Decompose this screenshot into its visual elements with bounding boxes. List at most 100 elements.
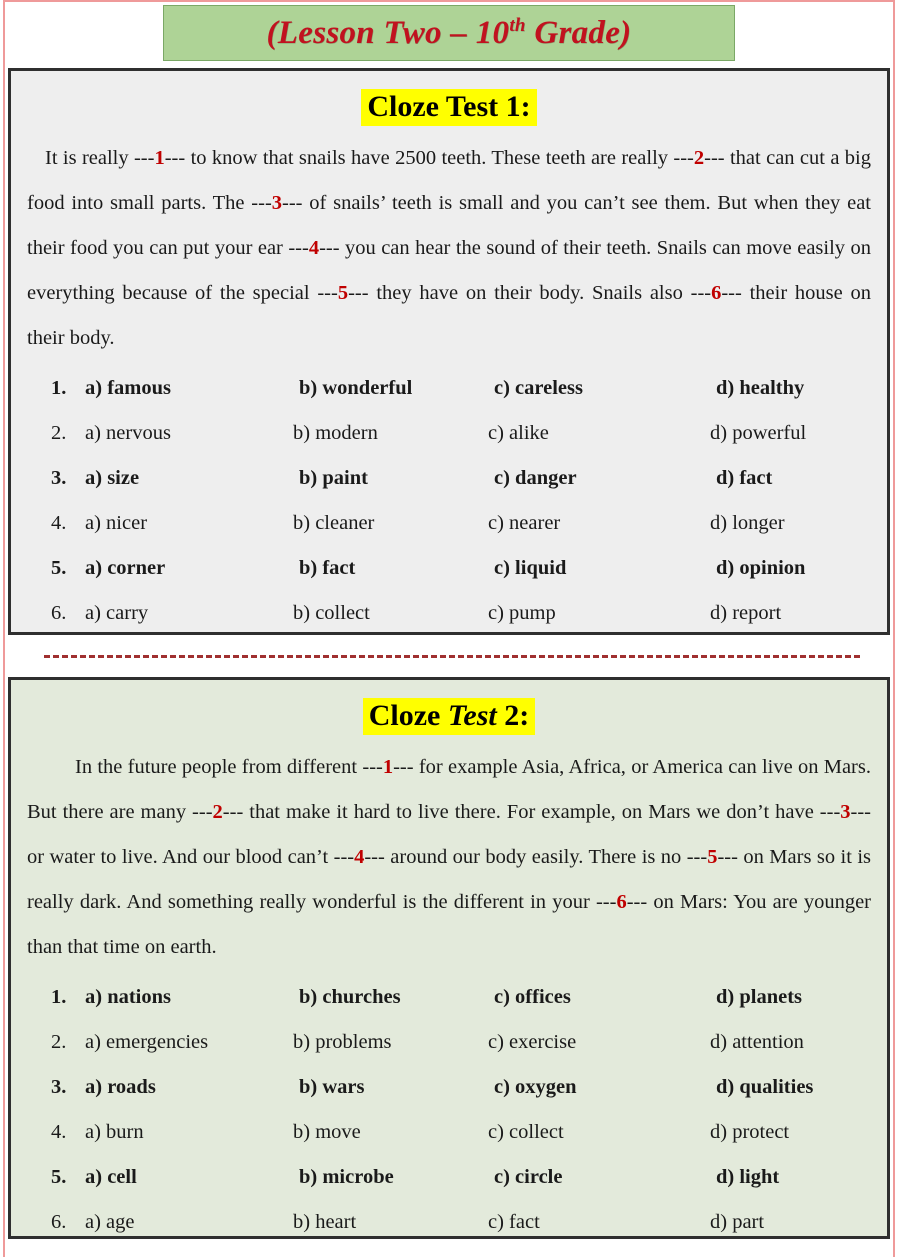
option-choice-b[interactable]: b) paint — [293, 467, 494, 490]
passage-text-segment: --- they have on their body. Snails also… — [348, 282, 712, 304]
option-choice-a[interactable]: a) famous — [85, 377, 293, 400]
option-choice-c[interactable]: c) circle — [494, 1166, 716, 1189]
option-choice-a[interactable]: a) size — [85, 467, 293, 490]
option-choice-a[interactable]: a) nicer — [85, 512, 293, 535]
option-choice-d[interactable]: d) longer — [710, 512, 785, 535]
passage-text-segment: In the future people from different --- — [75, 756, 383, 778]
option-choice-a[interactable]: a) roads — [85, 1076, 293, 1099]
option-choice-c[interactable]: c) fact — [488, 1211, 710, 1234]
option-row-number: 1. — [51, 377, 67, 399]
option-choice-d[interactable]: d) protect — [710, 1121, 789, 1144]
cloze-test-2-heading-label: Cloze Test 2: — [362, 698, 536, 735]
option-choice-c[interactable]: c) pump — [488, 602, 710, 625]
title-banner-container: (Lesson Two – 10th Grade) — [8, 0, 890, 61]
cloze-test-2-passage: In the future people from different ---1… — [27, 743, 871, 970]
option-row-number: 6. — [51, 602, 67, 624]
option-row: 5. a) cell b) microbe c) circle d) light — [51, 1166, 873, 1211]
option-choice-c[interactable]: c) liquid — [494, 557, 716, 580]
option-row: 6. a) carry b) collect c) pump d) report — [51, 602, 873, 647]
blank-number-1: 1 — [154, 147, 165, 169]
option-choice-b[interactable]: b) cleaner — [293, 512, 488, 535]
passage-text-segment: It is really --- — [45, 147, 155, 169]
option-row-number: 5. — [51, 557, 67, 579]
option-choice-c[interactable]: c) collect — [488, 1121, 710, 1144]
option-choice-d[interactable]: d) healthy — [716, 377, 804, 400]
option-row: 5. a) corner b) fact c) liquid d) opinion — [51, 557, 873, 602]
option-row: 2. a) emergencies b) problems c) exercise d)… — [51, 1031, 873, 1076]
blank-number-3: 3 — [840, 801, 851, 823]
option-row-number: 4. — [51, 512, 67, 534]
option-row: 6. a) age b) heart c) fact d) part — [51, 1211, 873, 1256]
option-choice-b[interactable]: b) fact — [293, 557, 494, 580]
option-row-number: 3. — [51, 467, 67, 489]
option-choice-d[interactable]: d) fact — [716, 467, 772, 490]
option-row: 4. a) nicer b) cleaner c) nearer d) longer — [51, 512, 873, 557]
blank-number-3: 3 — [271, 192, 283, 214]
option-choice-b[interactable]: b) wonderful — [293, 377, 494, 400]
option-choice-d[interactable]: d) powerful — [710, 422, 806, 445]
option-choice-a[interactable]: a) burn — [85, 1121, 293, 1144]
option-choice-d[interactable]: d) opinion — [716, 557, 805, 580]
option-choice-c[interactable]: c) danger — [494, 467, 716, 490]
page-title: (Lesson Two – 10th Grade) — [267, 15, 632, 52]
option-choice-d[interactable]: d) light — [716, 1166, 779, 1189]
option-row: 1. a) nations b) churches c) offices d) plan… — [51, 986, 873, 1031]
option-row: 1. a) famous b) wonderful c) careless d) hea… — [51, 377, 873, 422]
page-title-suffix: Grade) — [525, 14, 632, 51]
option-choice-d[interactable]: d) planets — [716, 986, 802, 1009]
option-choice-b[interactable]: b) microbe — [293, 1166, 494, 1189]
option-choice-c[interactable]: c) oxygen — [494, 1076, 716, 1099]
option-row-number: 4. — [51, 1121, 67, 1143]
option-choice-a[interactable]: a) age — [85, 1211, 293, 1234]
dashed-divider — [44, 654, 860, 658]
option-choice-c[interactable]: c) alike — [488, 422, 710, 445]
cloze-test-2-heading: Cloze Test 2: — [21, 698, 877, 735]
passage-text-segment: --- to know that snails have 2500 teeth.… — [164, 147, 694, 169]
option-choice-c[interactable]: c) offices — [494, 986, 716, 1009]
option-choice-c[interactable]: c) exercise — [488, 1031, 710, 1054]
option-choice-b[interactable]: b) churches — [293, 986, 494, 1009]
option-choice-a[interactable]: a) nations — [85, 986, 293, 1009]
blank-number-4: 4 — [354, 846, 365, 868]
option-choice-b[interactable]: b) wars — [293, 1076, 494, 1099]
option-row-number: 5. — [51, 1166, 67, 1188]
cloze-test-1-options: 1. a) famous b) wonderful c) careless d) hea… — [21, 377, 877, 647]
option-choice-d[interactable]: d) qualities — [716, 1076, 813, 1099]
blank-number-2: 2 — [693, 147, 705, 169]
option-row: 3. a) roads b) wars c) oxygen d) qualities — [51, 1076, 873, 1121]
option-row-number: 3. — [51, 1076, 67, 1098]
option-choice-b[interactable]: b) problems — [293, 1031, 488, 1054]
cloze-test-2-heading-word3: 2: — [496, 699, 530, 732]
option-row-number: 6. — [51, 1211, 67, 1233]
option-choice-b[interactable]: b) heart — [293, 1211, 488, 1234]
option-choice-b[interactable]: b) collect — [293, 602, 488, 625]
cloze-test-1-heading-label: Cloze Test 1: — [361, 89, 537, 126]
lesson-title-banner: (Lesson Two – 10th Grade) — [163, 5, 735, 61]
option-row: 4. a) burn b) move c) collect d) protect — [51, 1121, 873, 1166]
worksheet-content: (Lesson Two – 10th Grade) Cloze Test 1: … — [0, 0, 898, 1260]
option-row: 3. a) size b) paint c) danger d) fact — [51, 467, 873, 512]
option-choice-d[interactable]: d) part — [710, 1211, 764, 1234]
cloze-test-2-heading-word2: Test — [447, 699, 497, 732]
blank-number-1: 1 — [382, 756, 394, 778]
blank-number-5: 5 — [337, 282, 349, 304]
option-choice-a[interactable]: a) corner — [85, 557, 293, 580]
page-title-prefix: (Lesson Two – 10 — [266, 14, 510, 51]
option-choice-c[interactable]: c) careless — [494, 377, 716, 400]
option-choice-b[interactable]: b) move — [293, 1121, 488, 1144]
blank-number-2: 2 — [212, 801, 223, 823]
blank-number-5: 5 — [707, 846, 718, 868]
option-choice-d[interactable]: d) attention — [710, 1031, 804, 1054]
cloze-test-2-options: 1. a) nations b) churches c) offices d) plan… — [21, 986, 877, 1256]
option-choice-d[interactable]: d) report — [710, 602, 781, 625]
option-choice-a[interactable]: a) carry — [85, 602, 293, 625]
option-choice-c[interactable]: c) nearer — [488, 512, 710, 535]
cloze-test-2-heading-word1: Cloze — [368, 699, 448, 732]
option-choice-a[interactable]: a) nervous — [85, 422, 293, 445]
option-choice-b[interactable]: b) modern — [293, 422, 488, 445]
option-choice-a[interactable]: a) cell — [85, 1166, 293, 1189]
cloze-test-1-heading: Cloze Test 1: — [21, 89, 877, 126]
option-choice-a[interactable]: a) emergencies — [85, 1031, 293, 1054]
blank-number-4: 4 — [308, 237, 320, 259]
cloze-test-2-box: Cloze Test 2: In the future people from … — [8, 677, 890, 1239]
